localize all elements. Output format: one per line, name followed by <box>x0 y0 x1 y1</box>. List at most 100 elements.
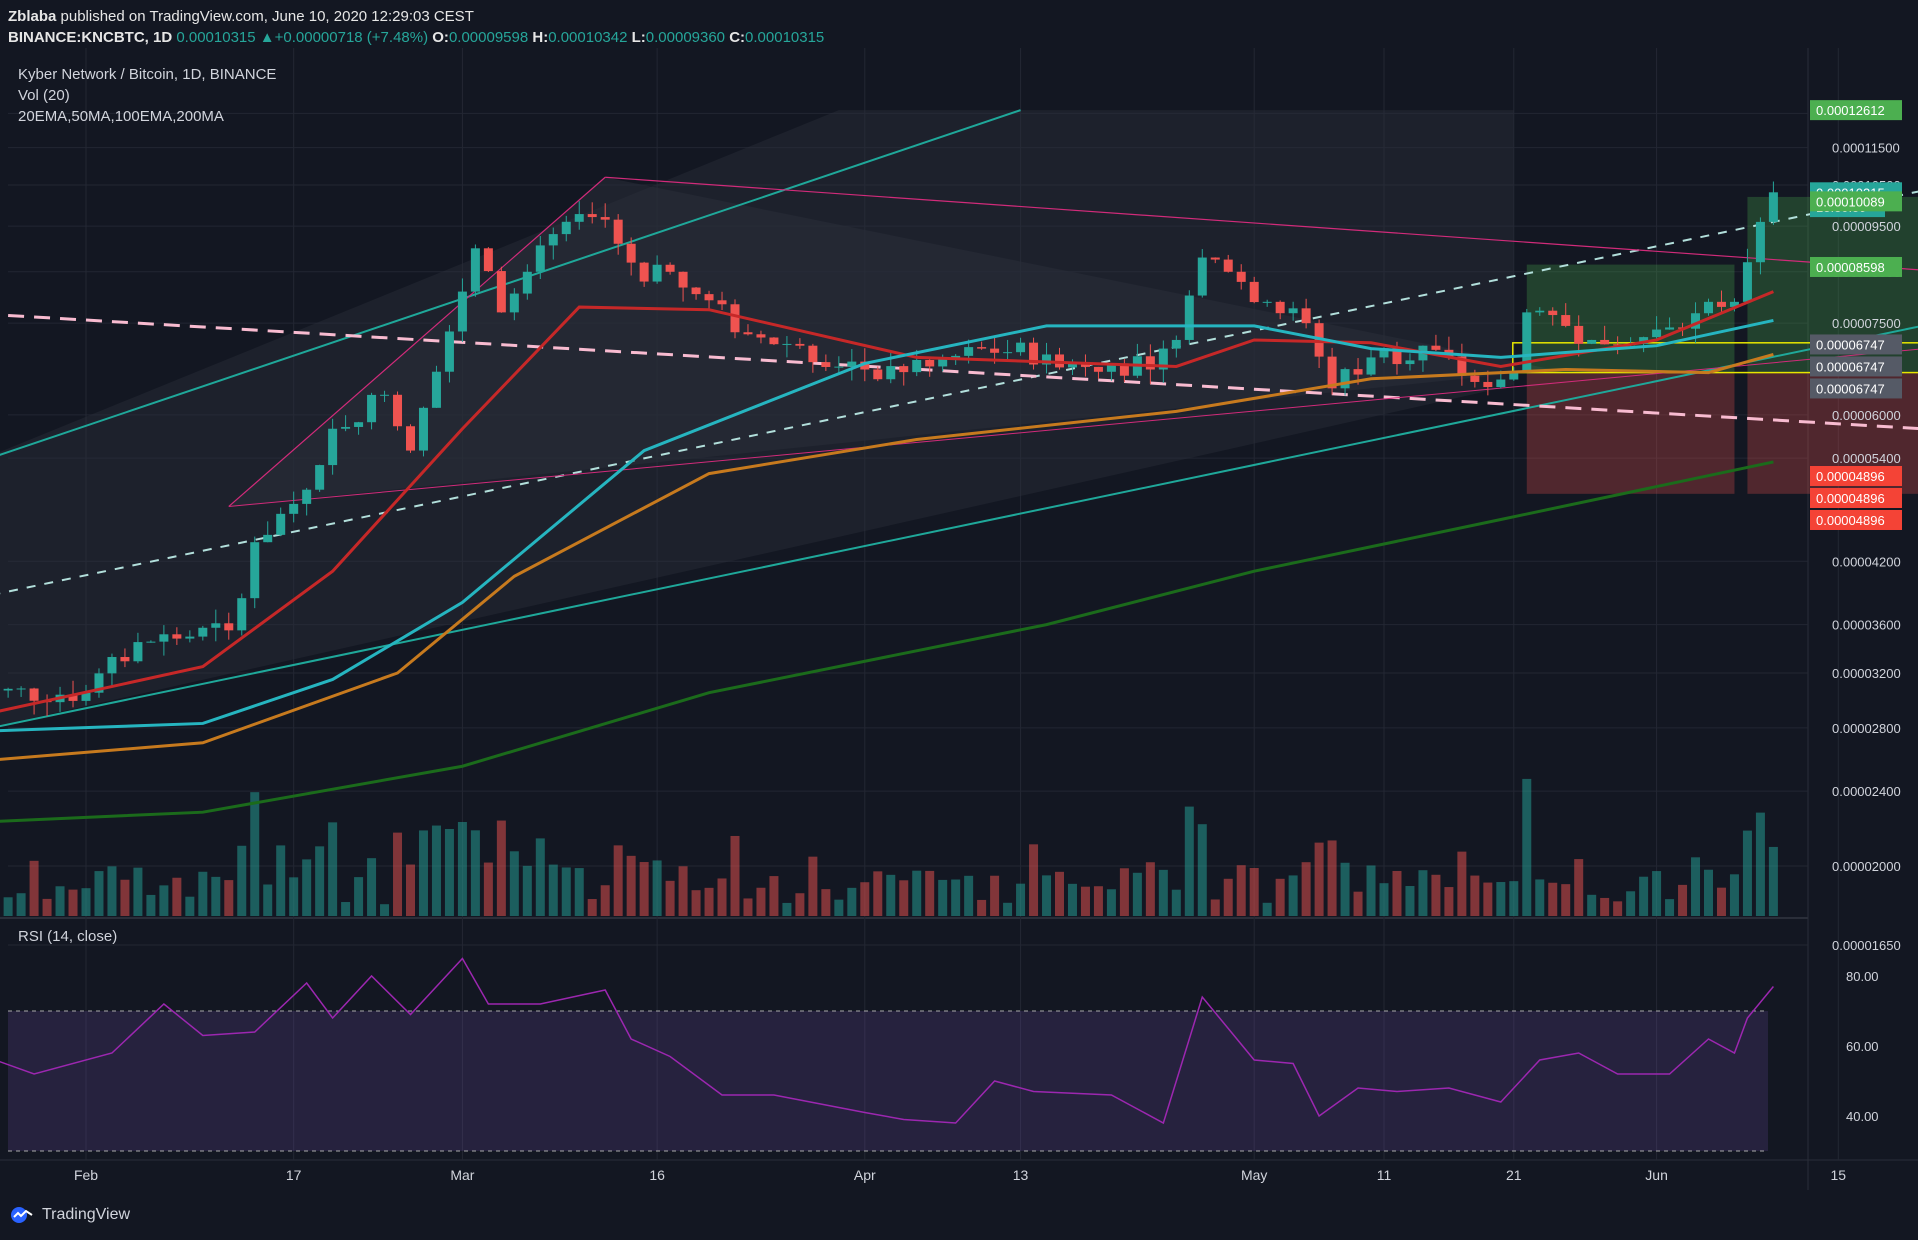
candle[interactable] <box>1755 221 1765 263</box>
rsi-legend[interactable]: RSI (14, close) <box>18 928 117 945</box>
candle[interactable] <box>1535 310 1545 313</box>
candle[interactable] <box>990 348 1000 353</box>
candle[interactable] <box>535 245 545 272</box>
candle[interactable] <box>1548 310 1558 316</box>
candle[interactable] <box>899 366 909 373</box>
candle[interactable] <box>1236 271 1246 282</box>
candle[interactable] <box>237 598 247 631</box>
candle[interactable] <box>159 634 169 642</box>
candle[interactable] <box>224 623 234 631</box>
candle[interactable] <box>1561 315 1571 326</box>
candle[interactable] <box>1093 366 1103 372</box>
candle[interactable] <box>1483 381 1493 388</box>
candle[interactable] <box>1768 192 1778 222</box>
candle[interactable] <box>1600 339 1610 345</box>
footer-brand[interactable]: TradingView <box>10 1206 130 1224</box>
candle[interactable] <box>1366 357 1376 375</box>
candle[interactable] <box>16 688 26 690</box>
candle[interactable] <box>652 264 662 282</box>
candle[interactable] <box>808 345 818 363</box>
candle[interactable] <box>639 262 649 282</box>
candle[interactable] <box>613 219 623 244</box>
candle[interactable] <box>925 359 935 367</box>
candle[interactable] <box>483 248 493 272</box>
candle[interactable] <box>406 426 415 451</box>
candle[interactable] <box>341 426 351 429</box>
candle[interactable] <box>1704 301 1713 314</box>
candle[interactable] <box>873 369 883 380</box>
candle[interactable] <box>431 371 441 408</box>
candle[interactable] <box>834 366 844 368</box>
candle[interactable] <box>250 542 260 599</box>
chart-title[interactable]: Kyber Network / Bitcoin, 1D, BINANCE <box>18 66 276 83</box>
candle[interactable] <box>522 271 532 294</box>
candle[interactable] <box>3 688 13 691</box>
candle[interactable] <box>1288 308 1298 314</box>
candle[interactable] <box>548 234 558 246</box>
candle[interactable] <box>120 657 130 662</box>
candle[interactable] <box>691 287 701 295</box>
candle[interactable] <box>795 343 805 346</box>
candle[interactable] <box>1016 342 1026 353</box>
candle[interactable] <box>1496 379 1506 388</box>
candle[interactable] <box>328 428 338 466</box>
candle[interactable] <box>263 534 273 543</box>
candle[interactable] <box>626 243 636 263</box>
candle[interactable] <box>1275 301 1285 314</box>
candle[interactable] <box>470 248 480 292</box>
candle[interactable] <box>574 214 584 222</box>
candle[interactable] <box>587 214 597 218</box>
candle[interactable] <box>1716 301 1726 307</box>
candle[interactable] <box>1184 295 1194 340</box>
candle[interactable] <box>977 347 987 349</box>
volume-legend[interactable]: Vol (20) <box>18 87 70 104</box>
candle[interactable] <box>457 291 467 332</box>
candle[interactable] <box>354 422 364 427</box>
candle[interactable] <box>561 221 571 235</box>
candle[interactable] <box>107 657 117 674</box>
candle[interactable] <box>821 362 831 367</box>
candle[interactable] <box>665 264 675 272</box>
candle[interactable] <box>1470 375 1480 382</box>
candle[interactable] <box>509 293 519 313</box>
candle[interactable] <box>211 623 221 628</box>
candle[interactable] <box>730 304 740 333</box>
candle[interactable] <box>1353 369 1363 375</box>
candle[interactable] <box>678 271 688 288</box>
candle[interactable] <box>289 503 299 514</box>
candle[interactable] <box>1223 259 1233 272</box>
candle[interactable] <box>1574 325 1584 344</box>
ma-legend[interactable]: 20EMA,50MA,100EMA,200MA <box>18 108 224 125</box>
candle[interactable] <box>886 366 896 380</box>
candle[interactable] <box>704 294 714 301</box>
candle[interactable] <box>367 394 377 423</box>
price-chart[interactable]: 0.000125000.000115000.000105000.00009500… <box>0 48 1918 1208</box>
candle[interactable] <box>1197 257 1207 296</box>
candle[interactable] <box>1210 257 1220 260</box>
candle[interactable] <box>1405 360 1415 365</box>
candle[interactable] <box>418 407 428 451</box>
candle[interactable] <box>1003 352 1013 354</box>
candle[interactable] <box>938 359 948 367</box>
candle[interactable] <box>717 300 727 305</box>
candle[interactable] <box>1587 339 1597 344</box>
candle[interactable] <box>756 334 766 338</box>
candle[interactable] <box>444 331 454 372</box>
candle[interactable] <box>172 634 182 639</box>
candle[interactable] <box>964 347 974 356</box>
candle[interactable] <box>315 465 325 490</box>
candle[interactable] <box>1665 327 1675 330</box>
candle[interactable] <box>1301 308 1311 324</box>
candle[interactable] <box>1249 281 1259 303</box>
candle[interactable] <box>1145 356 1155 370</box>
candle[interactable] <box>380 394 390 396</box>
candle[interactable] <box>912 359 922 373</box>
author-name[interactable]: Zblaba <box>8 8 56 25</box>
candle[interactable] <box>185 636 195 639</box>
candle[interactable] <box>1431 345 1441 350</box>
candle[interactable] <box>1340 369 1350 389</box>
candle[interactable] <box>133 642 143 662</box>
candle[interactable] <box>1742 262 1752 302</box>
candle[interactable] <box>29 688 39 701</box>
candle[interactable] <box>276 513 286 535</box>
